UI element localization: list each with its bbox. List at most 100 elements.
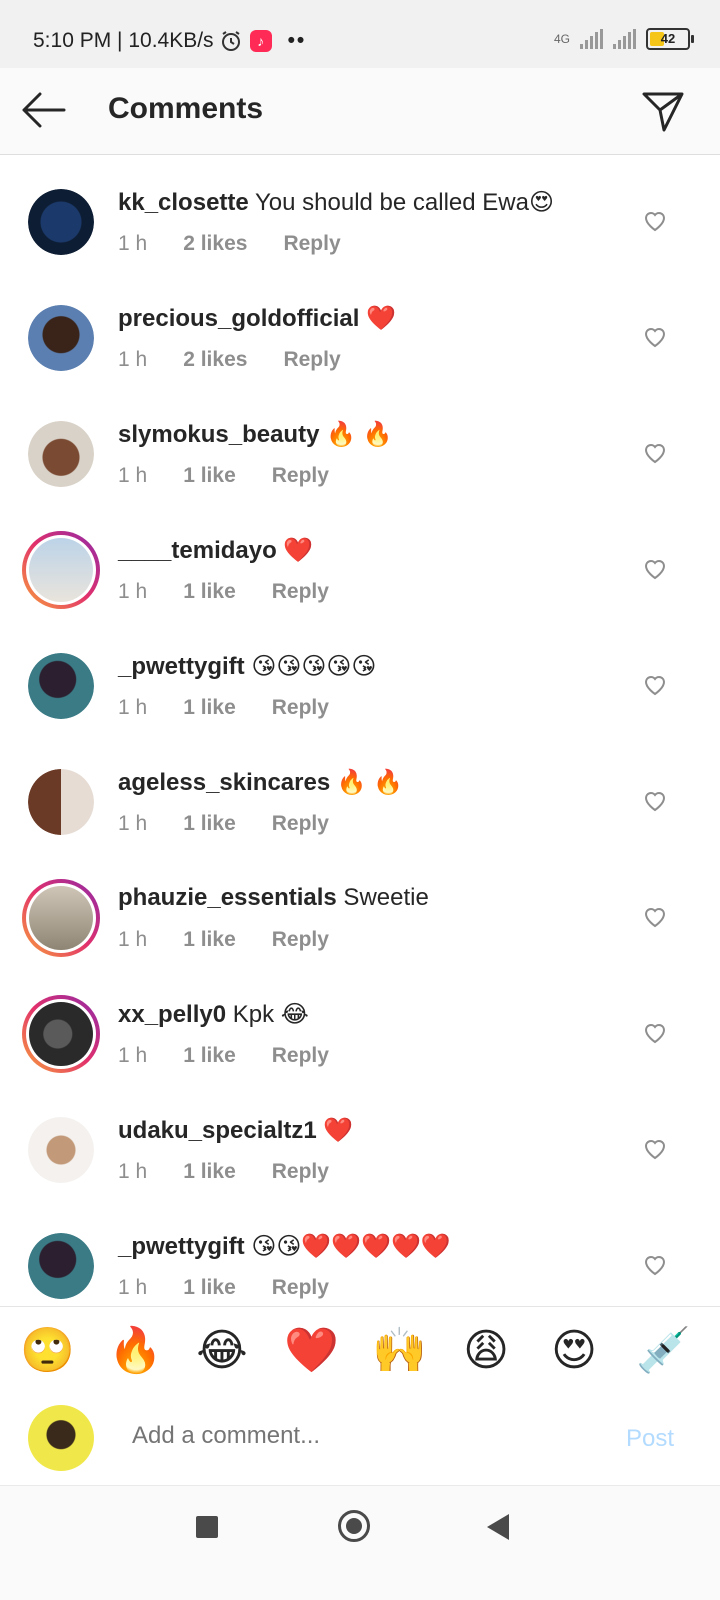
username[interactable]: kk_closette [118, 189, 249, 216]
like-count[interactable]: 1 like [183, 464, 236, 488]
comment-time: 1 h [118, 464, 148, 487]
arrow-left-icon[interactable] [20, 90, 66, 130]
comment-text: ❤️ [359, 305, 396, 332]
username[interactable]: _pwettygift [118, 653, 245, 680]
avatar-story-ring[interactable] [22, 995, 100, 1073]
comment-time: 1 h [118, 348, 148, 371]
comment-text: ❤️ [276, 537, 314, 564]
emoji-syringe[interactable]: 💉 [636, 1325, 691, 1377]
reply-button[interactable]: Reply [272, 928, 329, 952]
emoji-laughing[interactable]: 😂 [196, 1325, 248, 1377]
avatar[interactable] [28, 653, 94, 719]
reply-button[interactable]: Reply [272, 580, 329, 604]
reply-button[interactable]: Reply [283, 232, 340, 256]
heart-icon[interactable] [643, 210, 667, 232]
reply-button[interactable]: Reply [272, 1044, 329, 1068]
paper-plane-icon[interactable] [640, 88, 686, 134]
username[interactable]: _pwettygift [118, 1233, 245, 1260]
time-and-speed: 5:10 PM | 10.4KB/s [33, 29, 214, 52]
comment-row: slymokus_beauty 🔥 🔥 1 h 1 like Reply [0, 392, 720, 508]
comment-meta: 1 h 2 likes Reply [118, 232, 341, 256]
comment-text: ❤️ [316, 1117, 354, 1144]
status-bar: 5:10 PM | 10.4KB/s ♪ •• 4G 42 [0, 0, 720, 68]
like-count[interactable]: 1 like [183, 696, 236, 720]
comment-line: kk_closette You should be called Ewa😍 [118, 188, 554, 217]
heart-icon[interactable] [643, 558, 667, 580]
comment-text: Sweetie [336, 884, 429, 911]
heart-icon[interactable] [643, 1138, 667, 1160]
reply-button[interactable]: Reply [272, 1276, 329, 1300]
header: Comments [0, 68, 720, 155]
comment-meta: 1 h 2 likes Reply [118, 348, 341, 372]
reply-button[interactable]: Reply [272, 1160, 329, 1184]
reply-button[interactable]: Reply [272, 812, 329, 836]
post-button[interactable]: Post [626, 1425, 674, 1453]
username[interactable]: udaku_specialtz1 [118, 1117, 317, 1144]
avatar[interactable] [28, 189, 94, 255]
like-count[interactable]: 1 like [183, 580, 236, 604]
heart-icon[interactable] [643, 1022, 667, 1044]
username[interactable]: slymokus_beauty [118, 421, 319, 448]
comment-input[interactable] [130, 1421, 574, 1451]
heart-icon[interactable] [643, 790, 667, 812]
reply-button[interactable]: Reply [272, 464, 329, 488]
heart-icon[interactable] [643, 442, 667, 464]
emoji-raised-hands[interactable]: 🙌 [372, 1325, 427, 1377]
comment-line: ____temidayo ❤️ [118, 536, 313, 565]
comment-line: slymokus_beauty 🔥 🔥 [118, 420, 393, 449]
username[interactable]: ____temidayo [118, 537, 277, 564]
comment-meta: 1 h 1 like Reply [118, 464, 329, 488]
avatar[interactable] [28, 1117, 94, 1183]
emoji-heart[interactable]: ❤️ [284, 1325, 339, 1377]
comment-meta: 1 h 1 like Reply [118, 696, 329, 720]
avatar[interactable] [28, 421, 94, 487]
emoji-fire[interactable]: 🔥 [108, 1325, 163, 1377]
avatar-story-ring[interactable] [22, 879, 100, 957]
emoji-eye-roll[interactable]: 🙄 [20, 1325, 75, 1377]
comment-line: phauzie_essentials Sweetie [118, 884, 429, 912]
avatar-story-ring[interactable] [22, 531, 100, 609]
reply-button[interactable]: Reply [283, 348, 340, 372]
comment-composer: Post [0, 1395, 720, 1486]
emoji-weary[interactable]: 😩 [460, 1325, 512, 1377]
username[interactable]: precious_goldofficial [118, 305, 359, 332]
like-count[interactable]: 1 like [183, 1044, 236, 1068]
reply-button[interactable]: Reply [272, 696, 329, 720]
comment-row: phauzie_essentials Sweetie 1 h 1 like Repl… [0, 856, 720, 972]
comment-line: precious_goldofficial ❤️ [118, 304, 396, 333]
network-type: 4G [553, 32, 570, 46]
avatar[interactable] [28, 769, 94, 835]
emoji-heart-eyes[interactable]: 😍 [548, 1325, 600, 1377]
avatar[interactable] [28, 1233, 94, 1299]
comment-row: udaku_specialtz1 ❤️ 1 h 1 like Reply [0, 1088, 720, 1204]
emoji-quick-bar: 🙄 🔥 😂 ❤️ 🙌 😩 😍 💉 [0, 1306, 720, 1396]
like-count[interactable]: 1 like [183, 812, 236, 836]
username[interactable]: xx_pelly0 [118, 1001, 226, 1028]
like-count[interactable]: 2 likes [183, 232, 247, 256]
comment-text: 😘😘❤️❤️❤️❤️❤️ [244, 1233, 451, 1260]
comment-meta: 1 h 1 like Reply [118, 1160, 329, 1184]
heart-icon[interactable] [643, 906, 667, 928]
signal-icon [580, 29, 603, 49]
status-left: 5:10 PM | 10.4KB/s ♪ •• [33, 29, 306, 53]
like-count[interactable]: 2 likes [183, 348, 247, 372]
avatar[interactable] [28, 305, 94, 371]
comments-list[interactable]: kk_closette You should be called Ewa😍 1 … [0, 156, 720, 1306]
back-triangle-icon[interactable] [487, 1514, 509, 1540]
battery-level: 42 [660, 31, 676, 46]
comment-meta: 1 h 1 like Reply [118, 1276, 329, 1300]
username[interactable]: phauzie_essentials [118, 884, 337, 911]
username[interactable]: ageless_skincares [118, 769, 330, 796]
comment-line: _pwettygift 😘😘❤️❤️❤️❤️❤️ [118, 1232, 451, 1261]
heart-icon[interactable] [643, 1254, 667, 1276]
like-count[interactable]: 1 like [183, 928, 236, 952]
like-count[interactable]: 1 like [183, 1160, 236, 1184]
comment-time: 1 h [118, 232, 148, 255]
page-title: Comments [108, 92, 264, 125]
heart-icon[interactable] [643, 674, 667, 696]
home-icon[interactable] [338, 1510, 370, 1542]
like-count[interactable]: 1 like [183, 1276, 236, 1300]
recent-apps-icon[interactable] [196, 1516, 218, 1538]
heart-icon[interactable] [643, 326, 667, 348]
comment-row: precious_goldofficial ❤️ 1 h 2 likes Reply [0, 276, 720, 392]
